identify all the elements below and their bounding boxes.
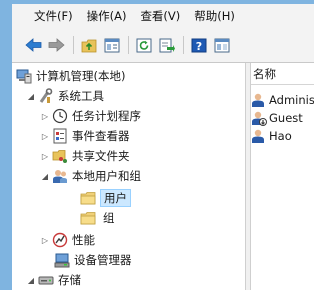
toolbar-separator [73, 36, 74, 54]
column-header-name[interactable]: 名称 [251, 63, 314, 85]
content-area: 计算机管理(本地) ◢ 系统工具 ▷ 任务计划程序 ▷ 事件查看器 ▷ 共享文件… [12, 62, 314, 290]
tree-node-performance[interactable]: ▷ 性能 [40, 231, 95, 249]
storage-icon [38, 272, 54, 288]
help-icon[interactable]: ? [190, 37, 207, 54]
tree-node-groups[interactable]: 组 [78, 209, 118, 227]
menu-help[interactable]: 帮助(H) [194, 8, 235, 24]
list-item-label: Guest [269, 111, 303, 125]
computer-management-icon [16, 68, 32, 84]
folder-icon [80, 190, 96, 206]
menu-bar: 文件(F) 操作(A) 查看(V) 帮助(H) [12, 4, 314, 28]
tree-node-computer-management[interactable]: 计算机管理(本地) [14, 67, 125, 85]
back-arrow-icon[interactable] [25, 37, 42, 54]
window-frame-left [0, 0, 12, 290]
collapse-arrow-icon[interactable]: ◢ [40, 172, 50, 181]
up-folder-icon[interactable] [80, 37, 97, 54]
console-tree: 计算机管理(本地) ◢ 系统工具 ▷ 任务计划程序 ▷ 事件查看器 ▷ 共享文件… [12, 63, 245, 290]
list-item[interactable]: Guest [251, 109, 314, 127]
tree-label: 组 [103, 211, 115, 225]
export-list-icon[interactable] [158, 37, 175, 54]
svg-text:?: ? [195, 40, 201, 53]
tree-node-storage[interactable]: ◢ 存储 [26, 271, 81, 289]
list-item[interactable]: Hao [251, 127, 314, 145]
performance-icon [52, 232, 68, 248]
system-tools-icon [38, 88, 54, 104]
menu-action[interactable]: 操作(A) [87, 8, 127, 24]
expand-arrow-icon[interactable]: ▷ [40, 112, 50, 121]
tree-node-system-tools[interactable]: ◢ 系统工具 [26, 87, 104, 105]
tree-node-event-viewer[interactable]: ▷ 事件查看器 [40, 127, 130, 145]
user-icon [251, 92, 267, 108]
column-header-label: 名称 [253, 66, 276, 81]
folder-icon [80, 210, 96, 226]
tree-node-local-users-groups[interactable]: ◢ 本地用户和组 [40, 167, 141, 185]
tree-label: 共享文件夹 [72, 149, 130, 163]
collapse-arrow-icon[interactable]: ◢ [26, 276, 36, 285]
tree-label: 任务计划程序 [72, 109, 141, 123]
tree-label: 事件查看器 [72, 129, 130, 143]
tree-label: 本地用户和组 [72, 169, 141, 183]
details-list: 名称 Administrator Guest Hao [251, 63, 314, 290]
tree-label: 设备管理器 [74, 253, 132, 267]
tree-label-selected: 用户 [100, 189, 131, 207]
shared-folder-icon [52, 148, 68, 164]
show-hide-tree-icon[interactable] [103, 37, 120, 54]
toolbar-separator [183, 36, 184, 54]
tree-node-shared-folders[interactable]: ▷ 共享文件夹 [40, 147, 130, 165]
menu-file[interactable]: 文件(F) [34, 8, 73, 24]
tree-label: 存储 [58, 273, 81, 287]
menu-view[interactable]: 查看(V) [140, 8, 180, 24]
expand-arrow-icon[interactable]: ▷ [40, 132, 50, 141]
toolbar-separator [128, 36, 129, 54]
tree-label: 计算机管理(本地) [36, 69, 126, 83]
tree-label: 性能 [72, 233, 95, 247]
expand-arrow-icon[interactable]: ▷ [40, 152, 50, 161]
properties-icon[interactable] [213, 37, 230, 54]
list-item-label: Administrator [269, 93, 314, 107]
tree-node-task-scheduler[interactable]: ▷ 任务计划程序 [40, 107, 141, 125]
toolbar: ? [12, 28, 314, 62]
clock-icon [52, 108, 68, 124]
device-manager-icon [54, 252, 70, 268]
tree-node-users[interactable]: 用户 [78, 189, 131, 207]
list-item-label: Hao [269, 129, 292, 143]
event-viewer-icon [52, 128, 68, 144]
tree-node-device-manager[interactable]: 设备管理器 [52, 251, 132, 269]
list-item[interactable]: Administrator [251, 91, 314, 109]
tree-label: 系统工具 [58, 89, 104, 103]
user-icon [251, 128, 267, 144]
users-groups-icon [52, 168, 68, 184]
disabled-user-icon [251, 110, 267, 126]
collapse-arrow-icon[interactable]: ◢ [26, 92, 36, 101]
forward-arrow-icon[interactable] [48, 37, 65, 54]
expand-arrow-icon[interactable]: ▷ [40, 236, 50, 245]
refresh-icon[interactable] [135, 37, 152, 54]
